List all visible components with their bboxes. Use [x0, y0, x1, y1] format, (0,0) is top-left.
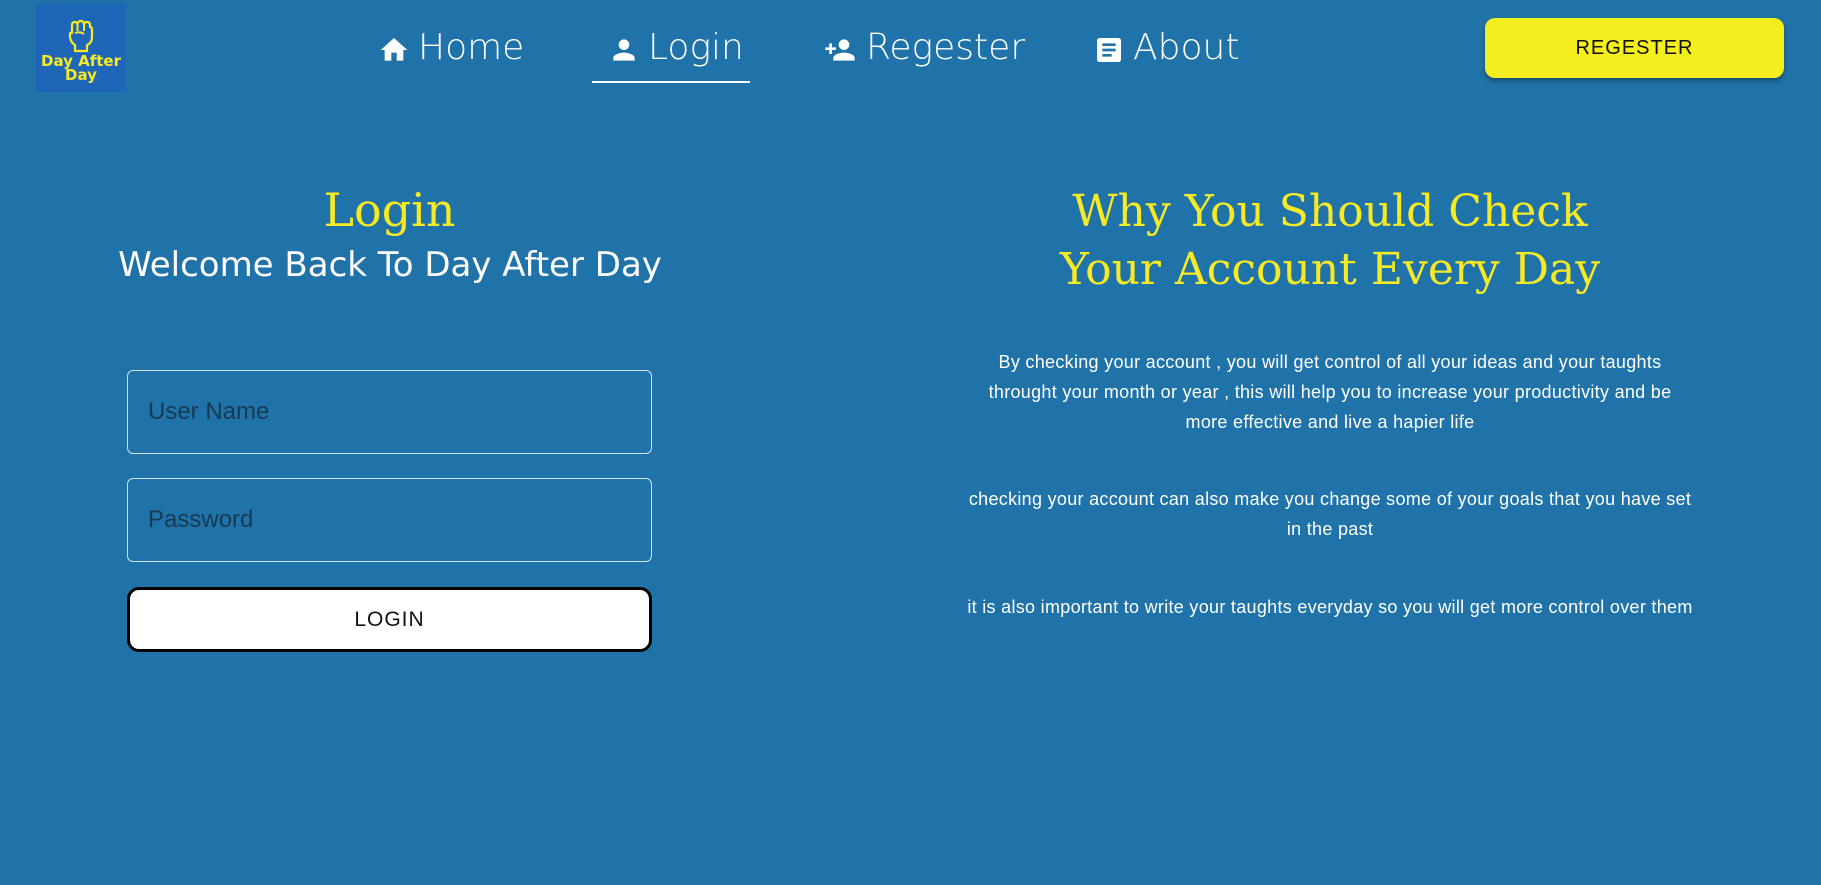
document-icon	[1097, 38, 1121, 62]
password-input[interactable]	[128, 479, 651, 561]
info-title: Why You Should Check Your Account Every …	[1000, 183, 1660, 299]
info-paragraph: it is also important to write your taugh…	[967, 597, 1693, 617]
info-paragraph: checking your account can also make you …	[968, 489, 1692, 539]
username-input[interactable]	[128, 371, 651, 453]
login-button[interactable]: LOGIN	[127, 587, 652, 652]
raised-fist-icon	[68, 19, 94, 53]
person-add-icon	[825, 39, 855, 61]
nav-label-home: Home	[418, 27, 525, 68]
password-field	[127, 478, 652, 562]
person-icon	[613, 39, 635, 61]
login-title: Login	[323, 183, 456, 237]
info-paragraph: By checking your account , you will get …	[988, 352, 1672, 432]
regester-button[interactable]: REGESTER	[1485, 18, 1784, 78]
info-title-line-2: Your Account Every Day	[1059, 244, 1601, 295]
nav-item-regester[interactable]: Regester	[822, 22, 1025, 82]
nav-item-login[interactable]: Login	[608, 22, 744, 82]
nav-item-home[interactable]: Home	[378, 22, 524, 82]
nav-label-about: About	[1133, 27, 1240, 68]
info-title-line-1: Why You Should Check	[1072, 186, 1588, 237]
page: Day After Day Home Login Regester About …	[0, 0, 1821, 885]
nav-label-login: Login	[648, 27, 744, 68]
brand-name: Day After Day	[41, 52, 121, 84]
nav-item-about[interactable]: About	[1093, 22, 1239, 82]
nav-label-regester: Regester	[866, 27, 1026, 68]
brand-logo[interactable]: Day After Day	[36, 3, 126, 92]
home-icon	[380, 38, 408, 61]
login-subtitle: Welcome Back To Day After Day	[118, 245, 662, 285]
active-nav-indicator	[592, 81, 750, 83]
username-field	[127, 370, 652, 454]
